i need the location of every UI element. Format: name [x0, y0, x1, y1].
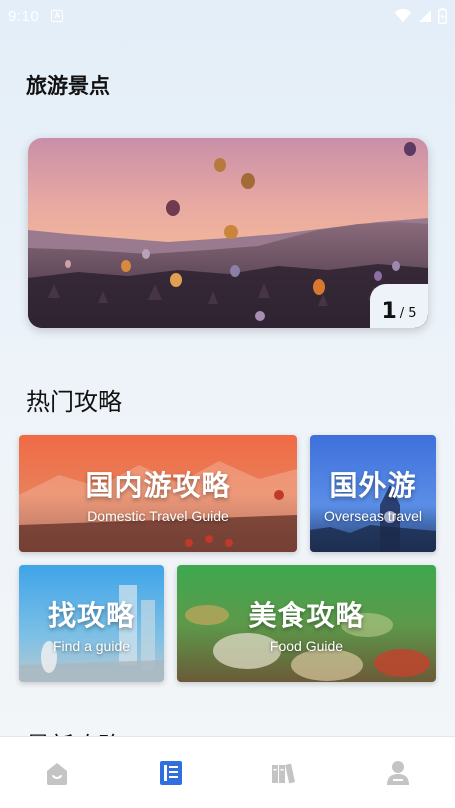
- domestic-guide-title: 国内游攻略: [85, 468, 231, 502]
- food-guide-subtitle: Food Guide: [269, 637, 344, 654]
- signal-icon: [419, 10, 431, 22]
- find-guide-card[interactable]: 找攻略 Find a guide: [19, 565, 164, 682]
- status-bar: 9:10 A: [0, 0, 455, 32]
- food-guide-card[interactable]: 美食攻略 Food Guide: [177, 565, 436, 682]
- hot-guides-title: 热门攻略: [26, 388, 122, 416]
- wifi-icon: [394, 9, 412, 22]
- overseas-guide-card[interactable]: 国外游 Overseas travel: [310, 435, 436, 552]
- find-guide-title: 找攻略: [47, 598, 135, 632]
- find-guide-subtitle: Find a guide: [52, 637, 131, 654]
- food-guide-title: 美食攻略: [248, 598, 365, 632]
- banner-carousel[interactable]: 1 / 5: [28, 138, 428, 328]
- page-title: 旅游景点: [26, 74, 110, 98]
- domestic-guide-subtitle: Domestic Travel Guide: [87, 507, 229, 524]
- overseas-guide-title: 国外游: [329, 468, 417, 502]
- status-icons: [394, 8, 447, 24]
- tab-home[interactable]: [17, 743, 97, 803]
- banner-image[interactable]: [28, 138, 428, 328]
- tab-guides[interactable]: [131, 743, 211, 803]
- battery-icon: [438, 8, 447, 24]
- status-time: 9:10: [8, 7, 40, 25]
- user-icon: [387, 760, 410, 785]
- pager-total: / 5: [399, 306, 417, 321]
- domestic-guide-card[interactable]: 国内游攻略 Domestic Travel Guide: [19, 435, 297, 552]
- home-icon: [46, 762, 67, 785]
- bottom-tab-bar: [0, 736, 455, 808]
- pager-current: 1: [381, 299, 397, 324]
- carousel-pager: 1 / 5: [370, 284, 428, 328]
- tab-library[interactable]: [244, 743, 324, 803]
- tab-profile[interactable]: [358, 743, 438, 803]
- overseas-guide-subtitle: Overseas travel: [323, 507, 423, 524]
- notification-icon: A: [51, 10, 64, 22]
- document-icon: [159, 760, 182, 785]
- books-icon: [272, 763, 296, 783]
